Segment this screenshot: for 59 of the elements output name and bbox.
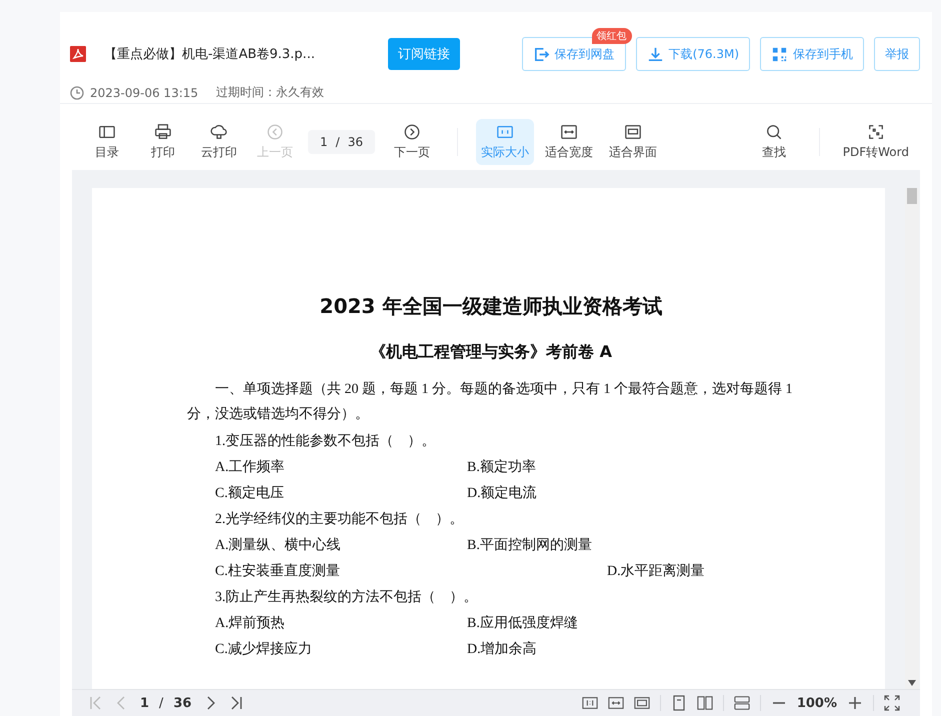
pdf-file-icon [70,46,86,62]
toolbar-button[interactable]: PDF转Word [838,119,914,165]
upload-date: 2023-09-06 13:15 [90,86,198,100]
answer-option: D.水平距离测量 [607,559,795,585]
toolbar-button[interactable]: 查找 [748,119,799,165]
export-icon [532,46,550,62]
document-subtitle: 《机电工程管理与实务》考前卷 A [369,342,613,363]
document-title: 2023 年全国一级建造师执业资格考试 [318,293,664,320]
answer-option: C.减少焊接应力 [215,637,467,663]
answer-option: B.应用低强度焊缝 [467,611,795,637]
toolbar-button[interactable]: 目录 [82,119,132,165]
fit-page-icon [624,123,642,141]
answer-option: B.平面控制网的测量 [467,533,795,559]
download-icon [646,46,664,62]
scrollbar-thumb[interactable] [907,188,917,204]
toolbar-button[interactable]: 打印 [138,119,188,165]
total-pages: 36 [173,696,192,710]
qr-code-icon [771,46,788,62]
fit-width-icon[interactable] [608,695,624,711]
toolbar-button[interactable]: 适合界面 [604,119,662,165]
toolbar-button[interactable]: 下一页 [386,119,437,165]
toc-icon [98,123,116,141]
actual-size-icon[interactable] [582,695,598,711]
search-icon [764,123,783,141]
question-text: 1.变压器的性能参数不包括（ ）。 [214,432,436,451]
answer-option: C.柱安装垂直度测量 [215,559,607,585]
page-separator: / [159,696,164,710]
scroll-down-arrow-icon[interactable] [908,680,916,686]
file-title: 【重点必做】机电-渠道AB卷9.3.p... [104,46,316,63]
question-text: 3.防止产生再热裂纹的方法不包括（ ）。 [214,588,478,607]
expiry-text: 过期时间：永久有效 [216,84,324,101]
toolbar-button[interactable]: 适合宽度 [540,119,598,165]
answer-option: A.测量纵、横中心线 [215,533,467,559]
clock-icon [70,86,84,100]
fullscreen-icon[interactable] [884,695,900,711]
current-page-number[interactable]: 1 [140,696,150,710]
answer-option: C.额定电压 [215,481,467,507]
section-heading: 一、单项选择题（共 20 题，每题 1 分。每题的备选项中，只有 1 个最符合题意，选对每题得 1 分，没选或错选均不得分）。 [187,380,794,424]
answer-option: D.增加余高 [467,637,795,663]
fit-page-icon[interactable] [634,695,650,711]
answer-option: A.工作频率 [215,455,467,481]
two-page-icon[interactable] [696,695,713,711]
convert-icon [866,123,885,141]
single-page-icon[interactable] [670,695,687,711]
zoom-level: 100% [796,696,837,710]
answer-option: A.焊前预热 [215,611,467,637]
cloud-icon [210,123,228,141]
answer-option: B.额定功率 [467,455,795,481]
printer-icon [154,123,172,141]
toolbar-button[interactable]: 云打印 [194,119,244,165]
fit-width-icon [560,123,578,141]
scrollbar[interactable] [905,188,919,689]
zoom-in-icon[interactable] [847,695,863,711]
page-number-field[interactable]: 1 / 36 [308,130,375,154]
question-text: 2.光学经纬仪的主要功能不包括（ ）。 [214,510,464,529]
actual-size-icon [496,123,514,141]
promo-badge: 领红包 [592,28,632,44]
continuous-scroll-icon[interactable] [734,695,750,711]
answer-option: D.额定电流 [467,481,795,507]
